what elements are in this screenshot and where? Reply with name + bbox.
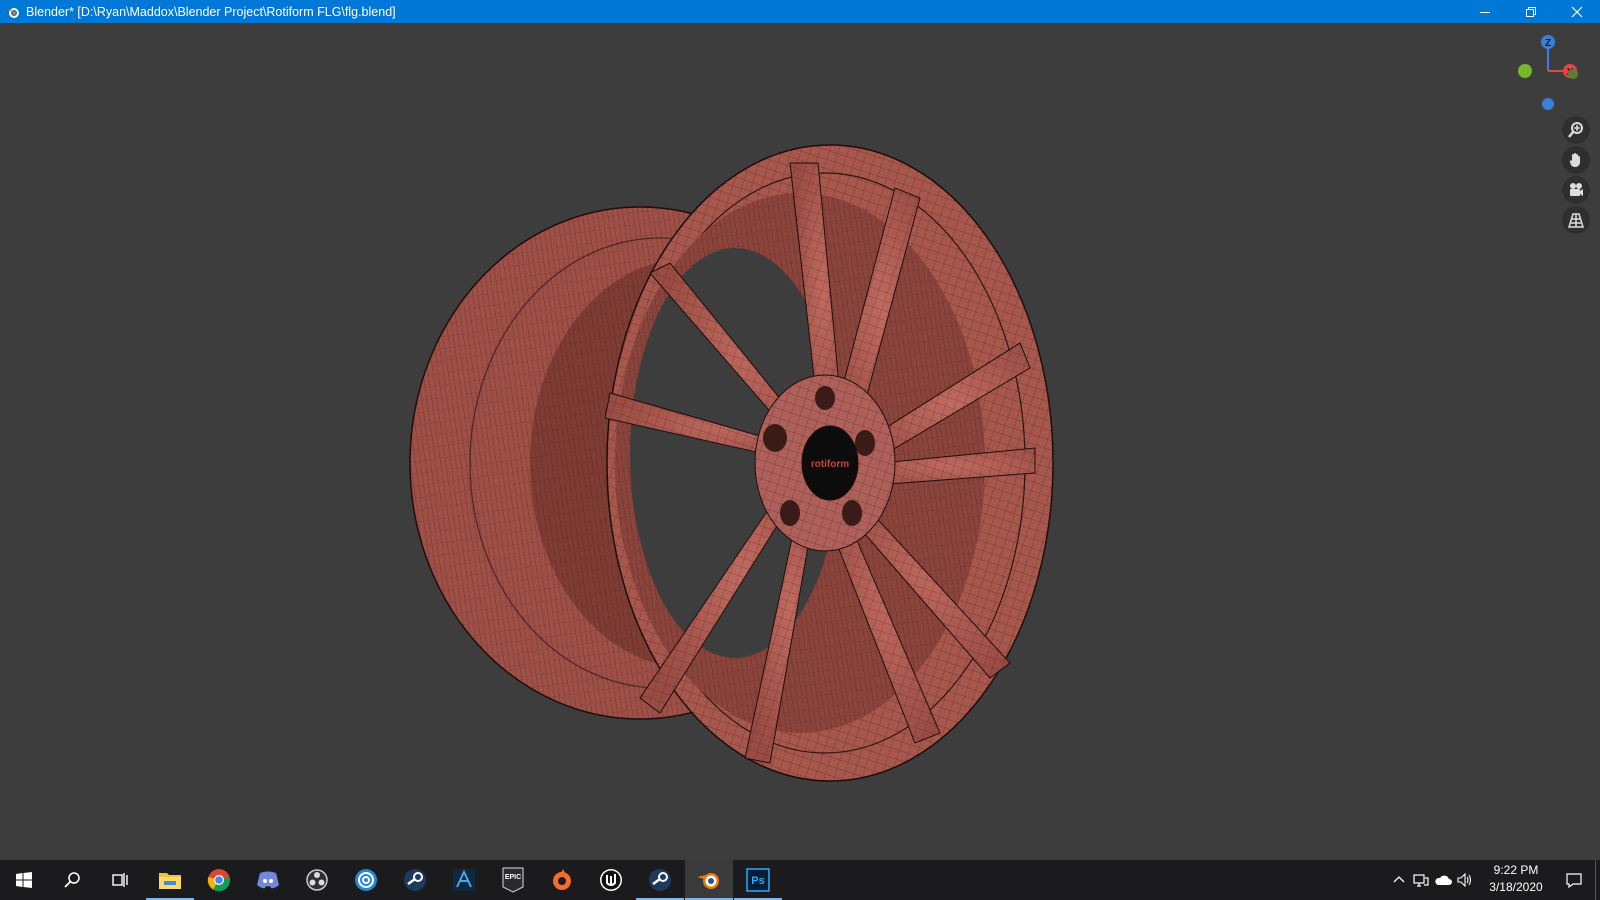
taskbar-chrome[interactable] (195, 860, 243, 900)
restore-icon (1526, 6, 1536, 17)
start-button[interactable] (0, 860, 48, 900)
show-hidden-icons-button[interactable] (1388, 860, 1410, 900)
notification-icon (1566, 873, 1582, 888)
restore-button[interactable] (1508, 0, 1554, 23)
close-button[interactable] (1554, 0, 1600, 23)
taskbar-steam-2[interactable] (636, 860, 684, 900)
task-view-icon (112, 873, 128, 887)
photoshop-icon: Ps (746, 868, 770, 892)
network-icon (1413, 874, 1429, 887)
taskbar-obs[interactable] (293, 860, 341, 900)
onedrive-tray-button[interactable] (1432, 860, 1454, 900)
chrome-icon (207, 869, 231, 892)
taskbar-origin[interactable] (538, 860, 586, 900)
speaker-icon (1457, 873, 1472, 887)
autodesk-icon (453, 869, 475, 891)
show-desktop-button[interactable] (1595, 860, 1600, 900)
neg-z-axis-handle[interactable] (1542, 98, 1554, 110)
svg-text:EPIC: EPIC (505, 874, 521, 881)
discord-icon (257, 871, 279, 889)
taskbar-discord[interactable] (244, 860, 292, 900)
origin-icon (553, 869, 571, 890)
svg-text:Z: Z (1545, 38, 1551, 49)
perspective-toggle-button[interactable] (1562, 206, 1590, 234)
zoom-button[interactable] (1562, 116, 1590, 144)
blender-icon (7, 7, 19, 18)
taskbar-photoshop[interactable]: Ps (734, 860, 782, 900)
steam-icon (404, 869, 426, 891)
wheel-model: rotiform (409, 144, 1054, 782)
uplay-icon (355, 869, 377, 891)
volume-tray-button[interactable] (1454, 860, 1476, 900)
grid-perspective-icon (1567, 213, 1585, 228)
clock-time: 9:22 PM (1493, 863, 1539, 877)
taskbar-unreal-engine[interactable] (587, 860, 635, 900)
action-center-button[interactable] (1556, 860, 1592, 900)
y-axis-handle[interactable] (1518, 64, 1532, 78)
3d-viewport[interactable]: rotiform Z X (0, 23, 1600, 860)
window-title-bar: Blender* [D:\Ryan\Maddox\Blender Project… (0, 0, 1600, 23)
hand-pan-icon (1569, 153, 1580, 167)
chevron-up-icon (1393, 876, 1405, 883)
obs-icon (306, 869, 328, 891)
cloud-icon (1435, 875, 1452, 885)
close-icon (1571, 6, 1583, 17)
taskbar-steam[interactable] (391, 860, 439, 900)
pan-button[interactable] (1562, 146, 1590, 174)
navigation-gizmo[interactable]: Z X (1490, 23, 1600, 133)
epic-games-icon: EPIC (502, 867, 524, 893)
search-icon (64, 872, 80, 888)
taskbar-file-explorer[interactable] (146, 860, 194, 900)
window-title: Blender* [D:\Ryan\Maddox\Blender Project… (26, 4, 396, 19)
clock-date: 3/18/2020 (1489, 880, 1543, 894)
zoom-icon (1568, 122, 1583, 138)
blender-icon (697, 873, 719, 889)
taskbar-uplay[interactable] (342, 860, 390, 900)
windows-taskbar: EPIC Ps 9:22 PM 3/18/2020 (0, 860, 1600, 900)
file-explorer-icon (159, 873, 181, 889)
taskbar-epic-games[interactable]: EPIC (489, 860, 537, 900)
search-button[interactable] (48, 860, 96, 900)
minimize-button[interactable] (1462, 0, 1508, 23)
svg-text:Ps: Ps (751, 875, 764, 887)
neg-y-axis-handle[interactable] (1568, 69, 1578, 79)
steam-icon-2 (649, 869, 671, 891)
camera-icon (1570, 183, 1583, 196)
system-clock[interactable]: 9:22 PM 3/18/2020 (1483, 862, 1549, 898)
network-tray-button[interactable] (1410, 860, 1432, 900)
center-cap-logo: rotiform (811, 459, 849, 470)
camera-view-button[interactable] (1562, 176, 1590, 204)
task-view-button[interactable] (96, 860, 144, 900)
taskbar-autodesk[interactable] (440, 860, 488, 900)
unreal-engine-icon (600, 869, 622, 891)
minimize-icon (1480, 11, 1490, 13)
start-icon (16, 872, 32, 888)
taskbar-blender[interactable] (685, 860, 733, 900)
